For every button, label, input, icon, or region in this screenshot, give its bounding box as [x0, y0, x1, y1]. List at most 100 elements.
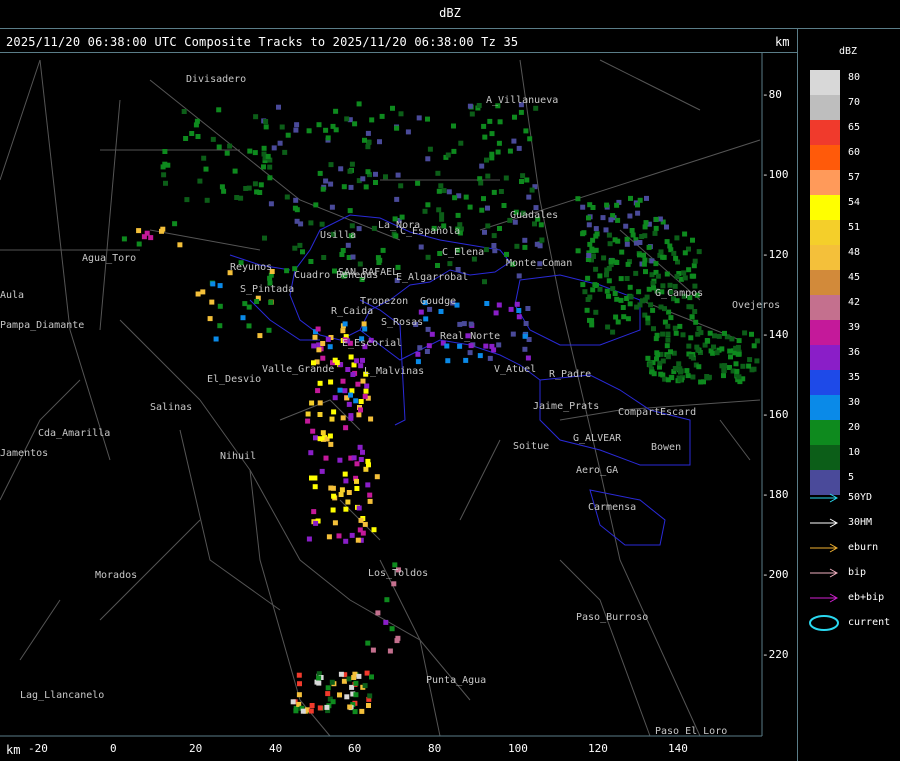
- legend-swatch: [810, 220, 840, 245]
- place-label: Aero_GA: [576, 465, 618, 476]
- track-label: current: [848, 617, 891, 628]
- legend-label: 54: [848, 197, 861, 208]
- y-tick: -180: [762, 488, 789, 501]
- place-label: Bowen: [651, 442, 681, 453]
- x-tick: 120: [588, 742, 608, 755]
- place-label: Real_Norte: [440, 331, 500, 342]
- place-label: Usilla: [320, 230, 356, 241]
- place-label: Carmensa: [588, 502, 636, 513]
- place-label: E_Algarrobal: [396, 272, 468, 283]
- track-label: bip: [848, 567, 867, 578]
- legend-swatch: [810, 145, 840, 170]
- track-label: 30HM: [848, 517, 873, 528]
- legend-label: 45: [848, 272, 861, 283]
- place-label: Los_Toldos: [368, 568, 428, 579]
- legend-swatch: [810, 395, 840, 420]
- track-arrow-icon: [810, 593, 839, 603]
- legend-label: 39: [848, 322, 861, 333]
- place-label: Salinas: [150, 402, 192, 413]
- place-label: E_Escorial: [342, 338, 402, 349]
- y-tick: -120: [762, 248, 789, 261]
- place-label: S_Pintada: [240, 284, 294, 295]
- legend-label: 65: [848, 122, 861, 133]
- place-label: Agua_Toro: [82, 253, 136, 264]
- x-tick: -20: [28, 742, 48, 755]
- y-tick: -100: [762, 168, 789, 181]
- place-label: Lag_Llancanelo: [20, 690, 104, 701]
- place-label: L_Malvinas: [364, 366, 424, 377]
- x-tick: 0: [110, 742, 117, 755]
- place-label: Goudge: [420, 296, 456, 307]
- place-label: Cda_Amarilla: [38, 428, 110, 439]
- x-tick: 60: [348, 742, 362, 755]
- place-label: Ovejeros: [732, 300, 780, 311]
- legend-label: 57: [848, 172, 861, 183]
- place-label: R_Caida: [331, 306, 373, 317]
- legend-swatch: [810, 170, 840, 195]
- legend-swatch: [810, 195, 840, 220]
- legend-swatch: [810, 95, 840, 120]
- y-tick: -220: [762, 648, 789, 661]
- x-tick: 100: [508, 742, 528, 755]
- legend-label: 35: [848, 372, 861, 383]
- place-label: V_Atuel: [494, 364, 536, 375]
- x-tick: 140: [668, 742, 688, 755]
- place-label: Morados: [95, 570, 137, 581]
- legend-swatch: [810, 270, 840, 295]
- place-label: R_Padre: [549, 369, 591, 380]
- radar-map[interactable]: DivisaderoA_VillanuevaGuadalesLa_NoraUsi…: [0, 0, 797, 761]
- place-label: S_Rosas: [381, 317, 423, 328]
- y-tick: -80: [762, 88, 782, 101]
- place-label: Valle_Grande: [262, 364, 334, 375]
- place-label: Pampa_Diamante: [0, 320, 84, 331]
- track-label: eb+bip: [848, 592, 885, 603]
- place-label: Monte_Coman: [506, 258, 572, 269]
- place-label: Divisadero: [186, 74, 246, 85]
- legend-swatch: [810, 245, 840, 270]
- legend-label: 70: [848, 97, 861, 108]
- legend-title: dBZ: [839, 46, 858, 57]
- legend-divider: [797, 28, 798, 761]
- place-label: Paso_Burroso: [576, 612, 648, 623]
- track-label: 50YD: [848, 492, 873, 503]
- place-label: Soitue: [513, 441, 549, 452]
- y-tick: -160: [762, 408, 789, 421]
- track-arrow-icon: [810, 543, 839, 553]
- legend-swatch: [810, 345, 840, 370]
- legend-swatch: [810, 420, 840, 445]
- legend-swatch: [810, 445, 840, 470]
- x-tick: 20: [189, 742, 203, 755]
- x-tick: 80: [428, 742, 442, 755]
- legend-swatch: [810, 120, 840, 145]
- place-label: Jamentos: [0, 448, 48, 459]
- place-label: C_Elena: [442, 247, 484, 258]
- place-label: Jaime_Prats: [533, 401, 599, 412]
- km-label-bottom: km: [6, 743, 21, 757]
- place-label: Aula: [0, 290, 24, 301]
- place-label: SAN_RAFAEL: [338, 267, 398, 278]
- place-label: Paso_El_Loro: [655, 726, 727, 737]
- place-label: Reyunos: [230, 262, 272, 273]
- legend-label: 51: [848, 222, 861, 233]
- track-arrow-icon: [810, 493, 839, 503]
- legend-swatch: [810, 295, 840, 320]
- legend-label: 10: [848, 447, 861, 458]
- legend-label: 20: [848, 422, 861, 433]
- place-label: C_Española: [400, 226, 460, 237]
- place-label: Escard: [660, 407, 696, 418]
- legend-label: 30: [848, 397, 861, 408]
- track-arrow-icon: [810, 518, 839, 528]
- legend-swatch: [810, 70, 840, 95]
- y-tick: -200: [762, 568, 789, 581]
- place-label: G_Campos: [655, 288, 703, 299]
- legend-label: 60: [848, 147, 861, 158]
- legend-label: 80: [848, 72, 861, 83]
- legend-label: 36: [848, 347, 861, 358]
- current-ellipse-icon: [809, 615, 839, 631]
- place-label: El_Desvio: [207, 374, 261, 385]
- place-label: Compart: [618, 407, 660, 418]
- legend-label: 42: [848, 297, 861, 308]
- legend-swatch: [810, 370, 840, 395]
- legend-label: 5: [848, 472, 855, 483]
- place-label: Guadales: [510, 210, 558, 221]
